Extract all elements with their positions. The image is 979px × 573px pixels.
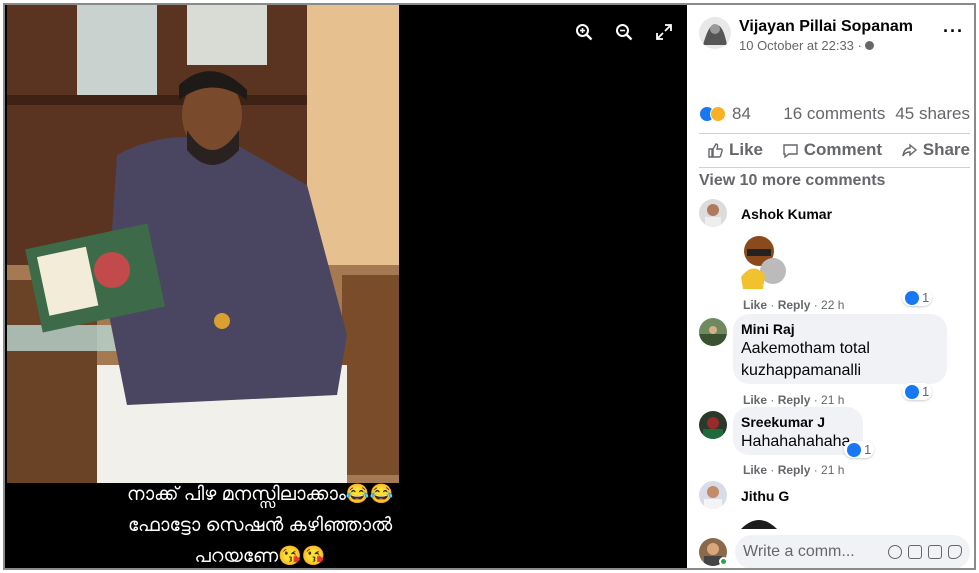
post-actions: Like Comment Share	[707, 140, 970, 160]
comment-reply-button[interactable]: Reply	[778, 298, 811, 312]
share-button[interactable]: Share	[901, 140, 970, 160]
commenter-name[interactable]: Mini Raj	[741, 320, 937, 338]
like-count: 1	[922, 290, 930, 305]
camera-icon[interactable]	[908, 545, 922, 559]
comment-text: Aakemotham total	[741, 340, 870, 357]
comments-count[interactable]: 16 comments	[783, 104, 885, 124]
commenter-name[interactable]: Ashok Kumar	[741, 205, 832, 223]
caption-line: നാക്ക് പിഴ മനസ്സിലാക്കാം😂😂	[126, 484, 394, 505]
view-more-comments-link[interactable]: View 10 more comments	[699, 172, 885, 190]
like-badge-icon	[905, 384, 919, 399]
online-status-icon	[719, 557, 728, 566]
comment-item: Mini Raj Aakemotham total kuzhappamanall…	[699, 314, 970, 407]
sticker	[739, 511, 779, 529]
author-name[interactable]: Vijayan Pillai Sopanam	[739, 17, 913, 37]
sticker	[733, 227, 799, 289]
comment-label: Comment	[803, 140, 883, 159]
like-count: 1	[864, 442, 872, 457]
comment-item: Ashok Kumar Like · Reply · 22 h 1	[699, 199, 970, 312]
share-label: Share	[922, 140, 970, 159]
commenter-avatar[interactable]	[699, 199, 727, 227]
comment-like-button[interactable]: Like	[743, 463, 767, 477]
comment-meta: Like · Reply · 22 h	[743, 298, 845, 312]
emoji-icon[interactable]	[888, 545, 902, 559]
divider	[699, 133, 970, 134]
comment-composer: Write a comm...	[699, 535, 970, 568]
shares-count[interactable]: 45 shares	[895, 104, 970, 124]
sticker-icon[interactable]	[948, 545, 962, 559]
commenter-avatar[interactable]	[699, 481, 727, 509]
reaction-count: 84	[732, 104, 751, 123]
commenter-avatar[interactable]	[699, 318, 727, 346]
comment-meta: Like · Reply · 21 h	[743, 393, 845, 407]
facebook-photo-viewer: നാക്ക് പിഴ മനസ്സിലാക്കാം😂😂 ഫോട്ടോ സെഷൻ ക…	[3, 3, 976, 570]
share-icon	[902, 143, 917, 156]
comment-input-placeholder: Write a comm...	[743, 543, 855, 560]
comment-reply-button[interactable]: Reply	[778, 393, 811, 407]
commenter-name[interactable]: Jithu G	[741, 487, 789, 505]
comment-like-button[interactable]: Like	[743, 298, 767, 312]
comment-bubble: Mini Raj Aakemotham total kuzhappamanall…	[733, 314, 947, 384]
comment-text: kuzhappamanalli	[741, 362, 862, 379]
comment-text: Hahahahahaha	[741, 433, 851, 450]
divider	[699, 167, 970, 168]
comment-item: Sreekumar J Hahahahahaha Like · Reply · …	[699, 407, 970, 479]
like-label: Like	[729, 140, 764, 159]
comment-like-button[interactable]: Like	[743, 393, 767, 407]
comment-item: Jithu G	[699, 481, 970, 529]
fullscreen-icon[interactable]	[655, 23, 673, 41]
haha-reaction-icon	[710, 106, 726, 122]
post-timestamp[interactable]: 10 October at 22:33 ·	[739, 38, 862, 53]
comment-reaction-count[interactable]: 1	[902, 383, 933, 400]
photo-caption: നാക്ക് പിഴ മനസ്സിലാക്കാം😂😂 ഫോട്ടോ സെഷൻ ക…	[5, 479, 515, 568]
post-side-panel: Vijayan Pillai Sopanam 10 October at 22:…	[687, 5, 974, 568]
author-avatar[interactable]	[699, 17, 731, 49]
comment-reply-button[interactable]: Reply	[778, 463, 811, 477]
like-count: 1	[922, 384, 930, 399]
comment-time: · 21 h	[813, 463, 845, 477]
comment-reaction-count[interactable]: 1	[902, 289, 933, 306]
comment-time: · 21 h	[813, 393, 845, 407]
like-badge-icon	[905, 290, 919, 305]
like-badge-icon	[847, 442, 861, 457]
comment-input[interactable]: Write a comm...	[735, 535, 970, 568]
photo-viewer: നാക്ക് പിഴ മനസ്സിലാക്കാം😂😂 ഫോട്ടോ സെഷൻ ക…	[5, 5, 687, 568]
comment-time: · 22 h	[813, 298, 845, 312]
post-photo[interactable]	[7, 5, 399, 483]
comment-reaction-count[interactable]: 1	[844, 441, 875, 458]
comment-icon	[782, 143, 798, 158]
reaction-summary[interactable]: 84	[699, 104, 751, 124]
post-stats: 84 16 comments 45 shares	[699, 103, 970, 125]
commenter-avatar[interactable]	[699, 411, 727, 439]
caption-line: പറയണേ😘😘	[194, 546, 326, 567]
more-options-button[interactable]: ···	[943, 21, 964, 42]
zoom-in-icon[interactable]	[575, 23, 593, 41]
gif-icon[interactable]	[928, 545, 942, 559]
viewer-toolbar	[575, 23, 673, 41]
globe-icon	[865, 41, 875, 50]
like-button[interactable]: Like	[707, 140, 763, 160]
zoom-out-icon[interactable]	[615, 23, 633, 41]
commenter-name[interactable]: Sreekumar J	[741, 413, 853, 431]
thumbs-up-icon	[708, 142, 723, 158]
comment-meta: Like · Reply · 21 h	[743, 463, 845, 477]
comment-button[interactable]: Comment	[782, 140, 882, 160]
post-header: Vijayan Pillai Sopanam 10 October at 22:…	[699, 17, 913, 55]
caption-line: ഫോട്ടോ സെഷൻ കഴിഞ്ഞാൽ	[127, 515, 393, 536]
